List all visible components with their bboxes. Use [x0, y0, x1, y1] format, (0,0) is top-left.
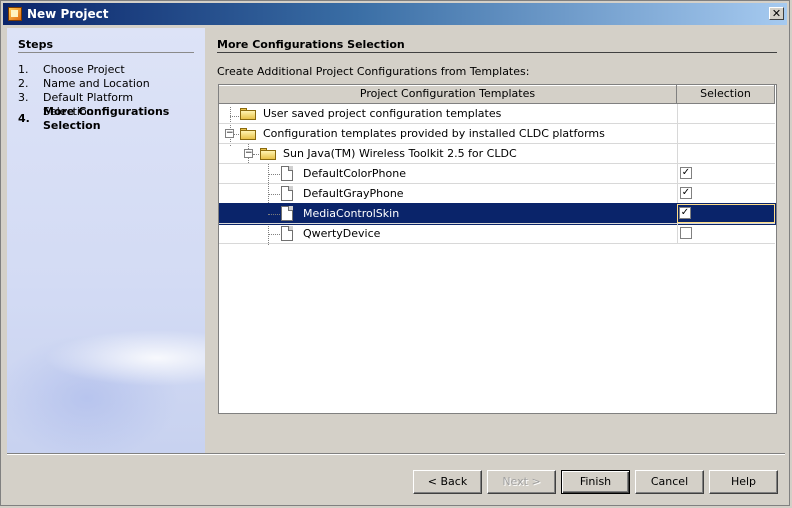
window-title: New Project	[27, 7, 109, 21]
finish-button[interactable]: Finish	[561, 470, 630, 494]
selection-cell	[677, 184, 775, 203]
folder-icon	[240, 128, 256, 140]
steps-title: Steps	[18, 38, 54, 51]
next-button[interactable]: Next >	[487, 470, 556, 494]
step-number: 4.	[18, 112, 30, 125]
step-number: 2.	[18, 77, 29, 90]
column-header-selection[interactable]: Selection	[677, 85, 775, 104]
collapse-icon[interactable]: −	[244, 149, 253, 158]
tree-row-media-control-skin[interactable]: MediaControlSkin	[219, 203, 776, 225]
page-description: Create Additional Project Configurations…	[217, 65, 530, 78]
selection-checkbox[interactable]	[680, 187, 692, 199]
step-label: Choose Project	[43, 63, 125, 76]
new-project-dialog: New Project ✕ Steps 1. Choose Project 2.…	[0, 0, 790, 506]
step-number: 3.	[18, 91, 29, 104]
tree-line	[268, 174, 280, 175]
tree-node-label: Sun Java(TM) Wireless Toolkit 2.5 for CL…	[283, 147, 517, 160]
step-label: More Configurations Selection	[43, 105, 170, 132]
tree-row-sun-java-toolkit[interactable]: − Sun Java(TM) Wireless Toolkit 2.5 for …	[219, 144, 775, 164]
steps-divider	[18, 52, 194, 53]
tree-line	[268, 234, 280, 235]
tree-line	[253, 154, 259, 155]
title-divider	[217, 52, 777, 53]
selection-cell	[677, 104, 775, 123]
selection-checkbox[interactable]	[680, 227, 692, 239]
selection-cell	[677, 124, 775, 143]
cancel-button[interactable]: Cancel	[635, 470, 704, 494]
help-button[interactable]: Help	[709, 470, 778, 494]
step-number: 1.	[18, 63, 29, 76]
tree-node-label: DefaultColorPhone	[303, 167, 406, 180]
tree-row-cldc-platform-templates[interactable]: − Configuration templates provided by in…	[219, 124, 775, 144]
tree-node-label: QwertyDevice	[303, 227, 381, 240]
collapse-icon[interactable]: −	[225, 129, 234, 138]
selection-cell	[677, 204, 775, 223]
tree-row-default-color-phone[interactable]: DefaultColorPhone	[219, 164, 775, 184]
back-button[interactable]: < Back	[413, 470, 482, 494]
step-label: Name and Location	[43, 77, 150, 90]
steps-panel: Steps 1. Choose Project 2. Name and Loca…	[7, 28, 205, 453]
title-bar[interactable]: New Project ✕	[3, 3, 787, 25]
tree-line	[268, 214, 280, 215]
tree-row-user-saved-templates[interactable]: User saved project configuration templat…	[219, 104, 775, 124]
folder-icon	[260, 148, 276, 160]
selection-cell	[677, 224, 775, 243]
close-button[interactable]: ✕	[769, 7, 784, 20]
folder-icon	[240, 108, 256, 120]
selection-cell	[677, 144, 775, 163]
document-icon	[281, 226, 293, 241]
tree-line	[234, 134, 239, 135]
column-header-templates[interactable]: Project Configuration Templates	[219, 85, 677, 104]
tree-node-label: MediaControlSkin	[303, 207, 400, 220]
configuration-templates-table: Project Configuration Templates Selectio…	[218, 84, 777, 414]
tree-row-default-gray-phone[interactable]: DefaultGrayPhone	[219, 184, 775, 204]
document-icon	[281, 166, 293, 181]
selection-checkbox[interactable]	[679, 207, 691, 219]
tree-line	[268, 194, 280, 195]
tree-node-label: DefaultGrayPhone	[303, 187, 404, 200]
selection-cell	[677, 164, 775, 183]
page-title: More Configurations Selection	[217, 38, 405, 51]
tree-node-label: Configuration templates provided by inst…	[263, 127, 605, 140]
button-bar-divider-highlight	[7, 454, 785, 455]
document-icon	[281, 186, 293, 201]
selection-checkbox[interactable]	[680, 167, 692, 179]
tree-row-qwerty-device[interactable]: QwertyDevice	[219, 224, 775, 244]
app-icon	[8, 7, 22, 21]
document-icon	[281, 206, 293, 221]
tree-node-label: User saved project configuration templat…	[263, 107, 502, 120]
